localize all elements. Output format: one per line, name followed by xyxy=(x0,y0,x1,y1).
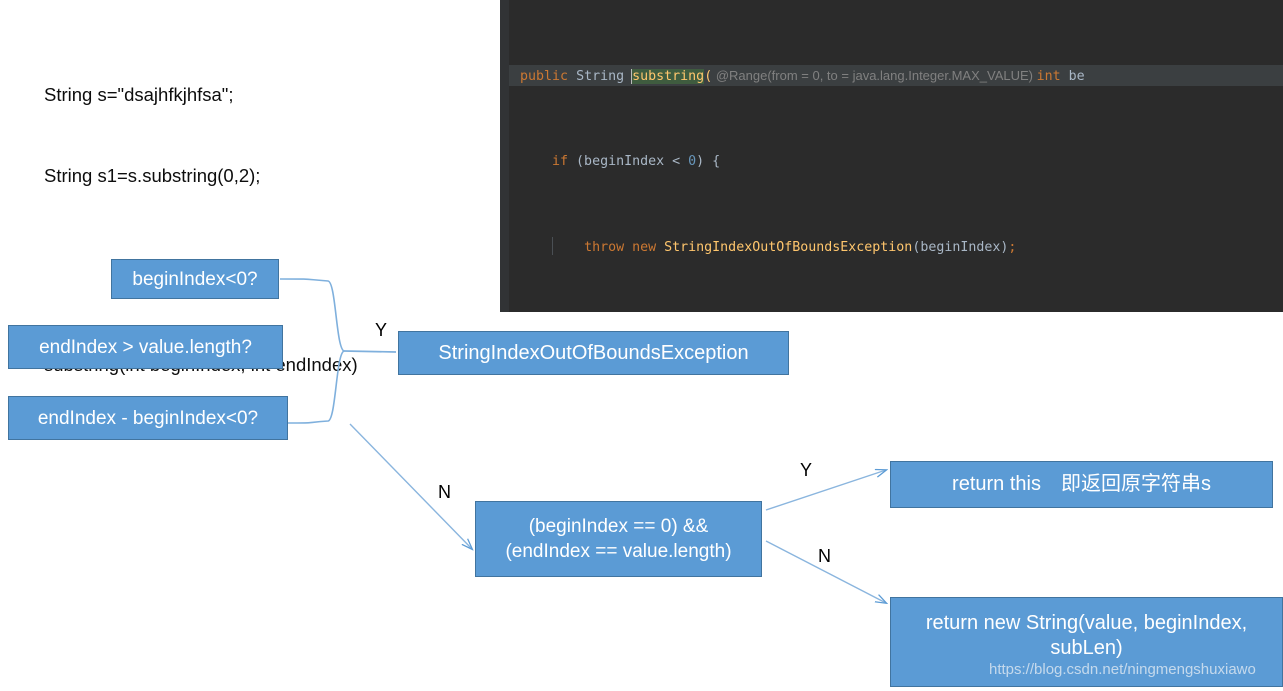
watermark: https://blog.csdn.net/ningmengshuxiawo xyxy=(989,661,1256,678)
flow-box-condition-line1: (beginIndex == 0) && xyxy=(528,516,709,537)
label-yes-bottom: Y xyxy=(800,460,813,480)
token-open-paren: ( xyxy=(704,68,713,84)
code-lines: public String substring( @Range(from = 0… xyxy=(509,0,1283,312)
flow-box-diff-index-label: endIndex - beginIndex<0? xyxy=(37,407,259,429)
code-line-2: if (beginIndex < 0) { xyxy=(552,153,721,169)
code-line-3: throw new StringIndexOutOfBoundsExceptio… xyxy=(509,236,1283,259)
code-editor-panel[interactable]: public String substring( @Range(from = 0… xyxy=(500,0,1283,312)
flow-box-end-index-label: endIndex > value.length? xyxy=(39,336,252,358)
label-yes-top: Y xyxy=(375,320,388,340)
token-int: int xyxy=(1036,68,1061,84)
code-line-1: public String substring( @Range(from = 0… xyxy=(509,64,1283,86)
flow-box-return-this-label: return this 即返回原字符串s xyxy=(952,473,1211,495)
flow-box-return-this[interactable]: return this 即返回原字符串s xyxy=(890,461,1273,508)
label-no-top: N xyxy=(438,482,451,502)
flow-box-return-new-line1: return new String(value, beginIndex, xyxy=(925,612,1248,634)
token-string-type: String xyxy=(576,68,625,84)
token-public: public xyxy=(520,68,569,84)
note-line-2: String s1=s.substring(0,2); xyxy=(44,165,261,186)
editor-gutter xyxy=(500,0,509,312)
flow-box-end-index[interactable]: endIndex > value.length? xyxy=(8,325,283,369)
token-substring-selected: substring xyxy=(632,68,705,84)
note-line-1: String s="dsajhfkjhfsa"; xyxy=(44,84,234,105)
token-range-annotation: @Range(from = 0, to = java.lang.Integer.… xyxy=(712,67,1037,83)
flow-box-exception-label: StringIndexOutOfBoundsException xyxy=(438,341,749,364)
flow-box-condition-line2: (endIndex == value.length) xyxy=(505,541,732,562)
flow-box-condition[interactable]: (beginIndex == 0) && (endIndex == value.… xyxy=(475,501,762,577)
flow-box-begin-index[interactable]: beginIndex<0? xyxy=(111,259,279,299)
flow-box-begin-index-label: beginIndex<0? xyxy=(132,268,258,290)
wire-yes-to-return-this xyxy=(765,470,886,511)
flow-box-exception[interactable]: StringIndexOutOfBoundsException xyxy=(398,331,789,375)
token-param-begin: be xyxy=(1060,68,1085,84)
label-no-bottom: N xyxy=(818,546,831,566)
wire-no-to-condition xyxy=(349,423,472,549)
flow-box-return-new-line2: subLen) xyxy=(1050,637,1123,659)
flow-box-diff-index[interactable]: endIndex - beginIndex<0? xyxy=(8,396,288,440)
